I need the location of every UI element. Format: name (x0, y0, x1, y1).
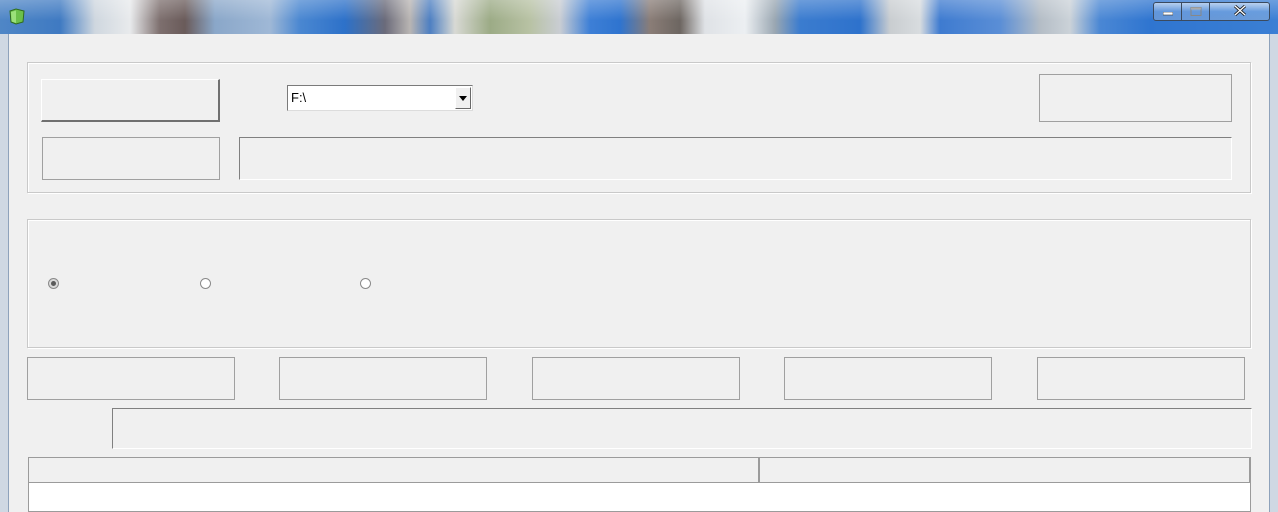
browse-button[interactable] (41, 79, 220, 122)
option-radio-1[interactable] (48, 278, 59, 289)
top-right-button[interactable] (1039, 74, 1232, 122)
option-radio-2[interactable] (200, 278, 211, 289)
minimize-button[interactable] (1153, 2, 1182, 21)
drive-select-value: F:\ (291, 90, 307, 105)
dropdown-arrow-button[interactable] (455, 87, 471, 109)
status-field (112, 408, 1252, 449)
chevron-down-icon (459, 96, 467, 101)
path-field[interactable] (239, 137, 1232, 180)
close-icon (1233, 4, 1246, 19)
action-button-1[interactable] (27, 357, 235, 400)
file-list[interactable] (28, 457, 1251, 512)
title-bar[interactable] (0, 0, 1278, 34)
action-button-2[interactable] (279, 357, 487, 400)
second-button[interactable] (42, 137, 220, 180)
option-radio-3[interactable] (360, 278, 371, 289)
column-header-2[interactable] (759, 458, 1250, 483)
action-button-4[interactable] (784, 357, 992, 400)
action-button-5[interactable] (1037, 357, 1245, 400)
minimize-icon (1162, 5, 1173, 19)
app-icon[interactable] (8, 7, 26, 25)
column-header-1[interactable] (29, 458, 759, 483)
maximize-button[interactable] (1181, 2, 1210, 21)
maximize-icon (1190, 5, 1201, 19)
action-button-3[interactable] (532, 357, 740, 400)
close-button[interactable] (1209, 2, 1270, 21)
drive-select[interactable]: F:\ (287, 85, 473, 111)
